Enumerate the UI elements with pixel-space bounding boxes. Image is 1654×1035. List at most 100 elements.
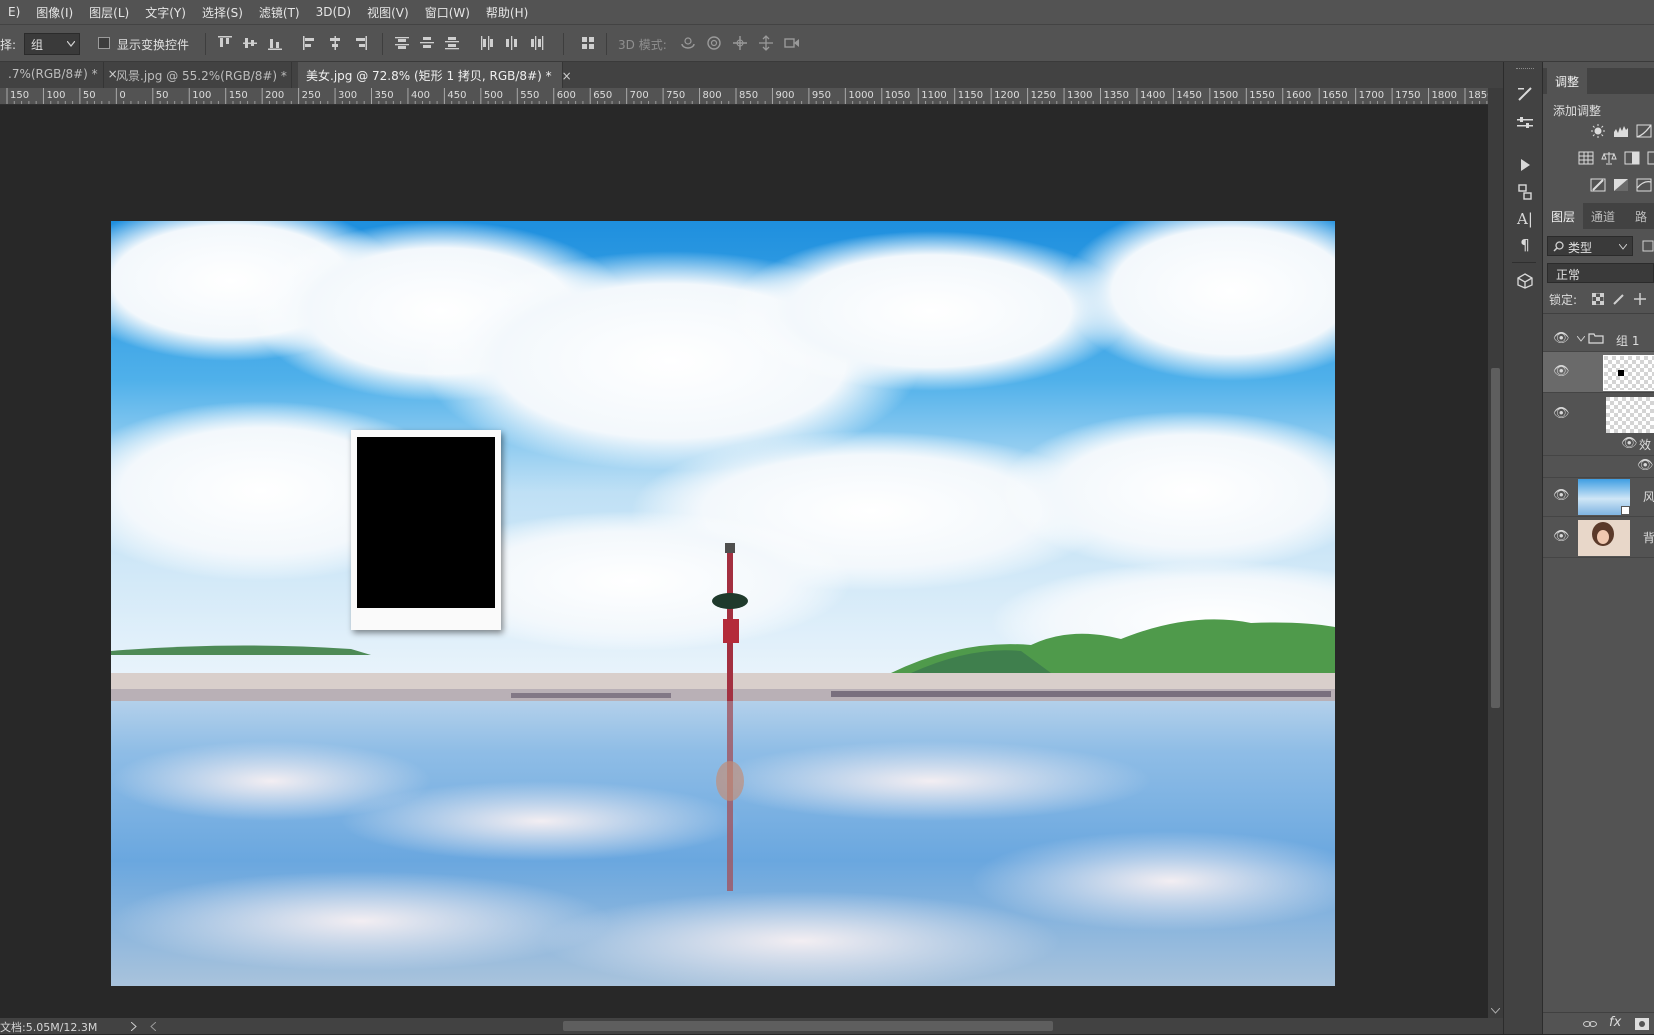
layer-rectangle-1[interactable]: 👁 👁 效 bbox=[1543, 394, 1654, 456]
align-hcenter-icon[interactable] bbox=[327, 35, 343, 51]
link-icon[interactable] bbox=[1583, 1019, 1597, 1029]
3d-scale-icon[interactable] bbox=[784, 35, 800, 51]
grip-handle[interactable] bbox=[1516, 68, 1534, 70]
black-white-icon[interactable] bbox=[1624, 151, 1640, 165]
3d-cube-icon[interactable] bbox=[1516, 272, 1534, 290]
visibility-eye-icon[interactable]: 👁 bbox=[1553, 488, 1570, 503]
horizontal-ruler[interactable]: 150 100 50 0 50 100 150 200 250 300 350 400 450 500 55… bbox=[0, 88, 1488, 105]
chevron-left-icon[interactable] bbox=[150, 1022, 156, 1031]
menu-edit[interactable]: E) bbox=[0, 5, 28, 19]
brightness-icon[interactable] bbox=[1590, 124, 1606, 138]
fx-icon[interactable]: fx bbox=[1609, 1015, 1621, 1030]
folder-icon bbox=[1588, 333, 1604, 344]
menu-filter[interactable]: 滤镜(T) bbox=[251, 4, 308, 21]
invert-icon[interactable] bbox=[1590, 178, 1606, 192]
visibility-eye-icon[interactable]: 👁 bbox=[1553, 406, 1570, 421]
document-image[interactable] bbox=[111, 221, 1335, 986]
tab-document-1[interactable]: .7%(RGB/8#) * × bbox=[0, 62, 118, 88]
tab-paths[interactable]: 路 bbox=[1627, 203, 1654, 229]
menu-type[interactable]: 文字(Y) bbox=[137, 4, 194, 21]
panel-icon-strip: A| ¶ bbox=[1503, 62, 1543, 1034]
tab-layers[interactable]: 图层 bbox=[1543, 203, 1584, 229]
levels-icon[interactable] bbox=[1613, 124, 1629, 138]
horizontal-scroll-thumb[interactable] bbox=[563, 1021, 1053, 1031]
mask-icon[interactable] bbox=[1635, 1018, 1649, 1030]
menu-select[interactable]: 选择(S) bbox=[194, 4, 251, 21]
menu-view[interactable]: 视图(V) bbox=[359, 4, 417, 21]
align-left-icon[interactable] bbox=[302, 35, 318, 51]
3d-roll-icon[interactable] bbox=[706, 35, 722, 51]
menu-window[interactable]: 窗口(W) bbox=[417, 4, 478, 21]
align-right-icon[interactable] bbox=[352, 35, 368, 51]
auto-select-dropdown[interactable]: 组 bbox=[24, 33, 80, 55]
layer-rectangle-1-copy[interactable]: 👁 bbox=[1543, 352, 1654, 393]
image-filter-icon[interactable] bbox=[1642, 240, 1654, 252]
effect-visibility-eye-icon[interactable]: 👁 bbox=[1637, 458, 1654, 473]
ruler-tick-label: 500 bbox=[484, 90, 503, 101]
tab-document-2[interactable]: 风景.jpg @ 55.2%(RGB/8#) *× bbox=[108, 62, 307, 88]
menu-image[interactable]: 图像(I) bbox=[28, 4, 81, 21]
gradient-map-icon[interactable] bbox=[1636, 178, 1652, 192]
character-icon[interactable]: A| bbox=[1516, 210, 1534, 228]
layer-filter-dropdown[interactable]: 类型 bbox=[1547, 236, 1633, 256]
3d-rotate-icon[interactable] bbox=[680, 35, 696, 51]
paragraph-icon[interactable]: ¶ bbox=[1516, 236, 1534, 254]
tab-document-3[interactable]: 美女.jpg @ 72.8% (矩形 1 拷贝, RGB/8#) * × bbox=[298, 62, 572, 88]
frame-mask-rectangle[interactable] bbox=[357, 437, 495, 608]
show-transform-checkbox[interactable] bbox=[98, 37, 110, 49]
play-icon[interactable] bbox=[1516, 156, 1534, 174]
vertical-scrollbar[interactable] bbox=[1488, 88, 1503, 1018]
canvas-area[interactable] bbox=[0, 105, 1488, 1018]
tab-adjustments[interactable]: 调整 bbox=[1547, 68, 1588, 94]
menu-3d[interactable]: 3D(D) bbox=[308, 5, 359, 19]
layer-group-1[interactable]: 👁 组 1 bbox=[1543, 326, 1654, 352]
curves-icon[interactable] bbox=[1636, 124, 1652, 138]
chevron-down-icon[interactable] bbox=[1491, 1008, 1500, 1014]
close-icon[interactable]: × bbox=[562, 69, 572, 83]
distribute-vcenter-icon[interactable] bbox=[419, 35, 435, 51]
chevron-down-icon[interactable] bbox=[1577, 336, 1585, 342]
distribute-bottom-icon[interactable] bbox=[444, 35, 460, 51]
ruler-tick-label: 1700 bbox=[1359, 90, 1384, 101]
align-vcenter-icon[interactable] bbox=[242, 35, 258, 51]
ruler-tick-label: 900 bbox=[775, 90, 794, 101]
effects-visibility-eye-icon[interactable]: 👁 bbox=[1621, 436, 1638, 451]
3d-drag-icon[interactable] bbox=[732, 35, 748, 51]
tab-channels[interactable]: 通道 bbox=[1583, 203, 1623, 229]
distribute-left-icon[interactable] bbox=[479, 35, 495, 51]
history-icon[interactable] bbox=[1516, 183, 1534, 201]
show-transform-label: 显示变换控件 bbox=[117, 38, 190, 52]
layer-effect-stroke[interactable]: 👁 bbox=[1543, 456, 1654, 478]
ruler-tick-label: 350 bbox=[375, 90, 394, 101]
balance-icon[interactable] bbox=[1601, 151, 1617, 165]
align-bottom-icon[interactable] bbox=[267, 35, 283, 51]
brush-presets-icon[interactable] bbox=[1516, 114, 1534, 132]
menu-help[interactable]: 帮助(H) bbox=[478, 4, 536, 21]
lock-pixels-icon[interactable] bbox=[1613, 293, 1625, 305]
align-top-icon[interactable] bbox=[217, 35, 233, 51]
lock-transparent-icon[interactable] bbox=[1592, 293, 1604, 305]
3d-slide-icon[interactable] bbox=[758, 35, 774, 51]
exposure-icon[interactable] bbox=[1578, 151, 1594, 165]
menu-layer[interactable]: 图层(L) bbox=[81, 4, 137, 21]
lock-position-icon[interactable] bbox=[1634, 293, 1646, 305]
threshold-icon[interactable] bbox=[1613, 178, 1629, 192]
visibility-eye-icon[interactable]: 👁 bbox=[1553, 529, 1570, 544]
ruler-tick-label: 100 bbox=[192, 90, 211, 101]
distribute-top-icon[interactable] bbox=[394, 35, 410, 51]
photo-filter-icon[interactable] bbox=[1647, 151, 1654, 165]
distribute-right-icon[interactable] bbox=[529, 35, 545, 51]
layer-landscape[interactable]: 👁 风 bbox=[1543, 476, 1654, 517]
auto-align-icon[interactable] bbox=[580, 35, 596, 51]
shape-thumbnail-mark bbox=[1618, 370, 1624, 376]
layer-background[interactable]: 👁 背 bbox=[1543, 517, 1654, 558]
vertical-scroll-thumb[interactable] bbox=[1491, 368, 1500, 708]
visibility-eye-icon[interactable]: 👁 bbox=[1553, 331, 1570, 346]
lock-label: 锁定: bbox=[1549, 293, 1578, 307]
photo-frame[interactable] bbox=[351, 430, 501, 630]
distribute-hcenter-icon[interactable] bbox=[504, 35, 520, 51]
visibility-eye-icon[interactable]: 👁 bbox=[1553, 364, 1570, 379]
chevron-right-icon[interactable] bbox=[131, 1022, 137, 1031]
brush-settings-icon[interactable] bbox=[1516, 85, 1534, 103]
blend-mode-dropdown[interactable]: 正常 bbox=[1547, 263, 1654, 283]
